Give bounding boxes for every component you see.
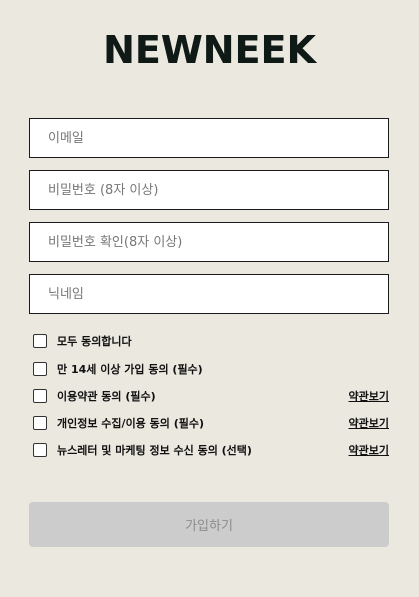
agree-privacy-checkbox[interactable] bbox=[33, 416, 47, 430]
agree-privacy-row[interactable]: 개인정보 수집/이용 동의 (필수) 약관보기 bbox=[33, 414, 389, 432]
agree-terms-row[interactable]: 이용약관 동의 (필수) 약관보기 bbox=[33, 387, 389, 405]
agree-privacy-label[interactable]: 개인정보 수집/이용 동의 (필수) bbox=[57, 415, 204, 431]
password-field-container bbox=[29, 170, 389, 210]
nickname-input[interactable] bbox=[30, 275, 388, 313]
signup-page: NEWNEEK 모두 동의합니다 만 14세 이상 가입 동의 (필수) 이용약… bbox=[0, 0, 419, 597]
agree-all-checkbox[interactable] bbox=[33, 334, 47, 348]
newneek-logo: NEWNEEK bbox=[103, 28, 316, 72]
agree-age-label[interactable]: 만 14세 이상 가입 동의 (필수) bbox=[57, 361, 203, 377]
password-input[interactable] bbox=[30, 171, 388, 209]
agree-all-row[interactable]: 모두 동의합니다 bbox=[33, 332, 389, 350]
password-confirm-input[interactable] bbox=[30, 223, 388, 261]
nickname-field-container bbox=[29, 274, 389, 314]
terms-view-link[interactable]: 약관보기 bbox=[349, 388, 389, 404]
agree-marketing-row[interactable]: 뉴스레터 및 마케팅 정보 수신 동의 (선택) 약관보기 bbox=[33, 441, 389, 459]
marketing-view-link[interactable]: 약관보기 bbox=[349, 442, 389, 458]
agree-terms-checkbox[interactable] bbox=[33, 389, 47, 403]
agree-all-label[interactable]: 모두 동의합니다 bbox=[57, 333, 132, 349]
email-field-container bbox=[29, 118, 389, 158]
signup-button[interactable]: 가입하기 bbox=[29, 502, 389, 547]
agree-age-row[interactable]: 만 14세 이상 가입 동의 (필수) bbox=[33, 360, 389, 378]
password-confirm-field-container bbox=[29, 222, 389, 262]
agree-marketing-label[interactable]: 뉴스레터 및 마케팅 정보 수신 동의 (선택) bbox=[57, 442, 252, 458]
agree-age-checkbox[interactable] bbox=[33, 362, 47, 376]
privacy-view-link[interactable]: 약관보기 bbox=[349, 415, 389, 431]
agree-marketing-checkbox[interactable] bbox=[33, 443, 47, 457]
email-input[interactable] bbox=[30, 119, 388, 157]
agree-terms-label[interactable]: 이용약관 동의 (필수) bbox=[57, 388, 156, 404]
